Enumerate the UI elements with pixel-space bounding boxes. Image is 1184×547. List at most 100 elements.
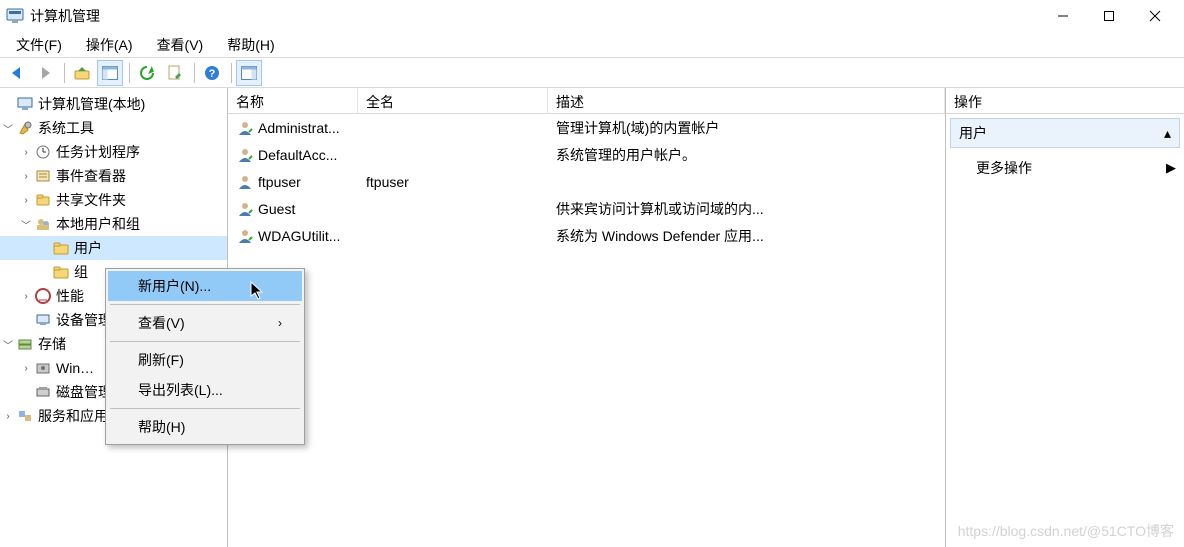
actions-pane: 操作 用户 ▴ 更多操作 ▶ [946, 88, 1184, 547]
expand-toggle-icon[interactable]: › [18, 168, 34, 184]
tree-label: 本地用户和组 [56, 214, 223, 234]
action-more[interactable]: 更多操作 ▶ [946, 152, 1184, 184]
list-cell-name: DefaultAcc... [258, 147, 337, 163]
collapse-icon: ▴ [1164, 125, 1171, 142]
ctx-help[interactable]: 帮助(H) [108, 412, 302, 442]
tree-task-scheduler[interactable]: › 任务计划程序 [0, 140, 227, 164]
tree-label: 共享文件夹 [56, 190, 223, 210]
expand-toggle-icon[interactable]: › [0, 408, 16, 424]
menu-file[interactable]: 文件(F) [4, 33, 74, 57]
app-icon [6, 7, 24, 25]
menu-view[interactable]: 查看(V) [145, 33, 216, 57]
user-icon [236, 119, 254, 137]
local-users-groups-icon [34, 215, 52, 233]
toolbar-separator [194, 63, 195, 83]
ctx-view[interactable]: 查看(V) › [108, 308, 302, 338]
task-scheduler-icon [34, 143, 52, 161]
toolbar-separator [231, 63, 232, 83]
refresh-button[interactable] [134, 60, 160, 86]
context-menu: 新用户(N)... 查看(V) › 刷新(F) 导出列表(L)... 帮助(H) [105, 268, 305, 445]
list-cell-name: ftpuser [258, 174, 301, 190]
tree-local-users-groups[interactable]: ﹀ 本地用户和组 [0, 212, 227, 236]
expand-toggle-icon[interactable]: › [18, 192, 34, 208]
list-body: Administrat... 管理计算机(域)的内置帐户 DefaultAcc.… [228, 114, 945, 249]
tree-event-viewer[interactable]: › 事件查看器 [0, 164, 227, 188]
toolbar-separator [129, 63, 130, 83]
toolbar-separator [64, 63, 65, 83]
backup-icon [34, 359, 52, 377]
show-hide-console-tree-button[interactable] [97, 60, 123, 86]
column-header-name[interactable]: 名称 [228, 88, 358, 113]
window-controls [1040, 0, 1178, 32]
toolbar: ? [0, 58, 1184, 88]
menu-action[interactable]: 操作(A) [74, 33, 145, 57]
show-hide-action-pane-button[interactable] [236, 60, 262, 86]
tree-users[interactable]: 用户 [0, 236, 227, 260]
list-row[interactable]: WDAGUtilit... 系统为 Windows Defender 应用... [228, 222, 945, 249]
tree-root-computer-management[interactable]: 计算机管理(本地) [0, 92, 227, 116]
tree-shared-folders[interactable]: › 共享文件夹 [0, 188, 227, 212]
column-header-desc[interactable]: 描述 [548, 88, 945, 113]
export-list-button[interactable] [162, 60, 188, 86]
menu-bar: 文件(F) 操作(A) 查看(V) 帮助(H) [0, 32, 1184, 58]
column-header-full[interactable]: 全名 [358, 88, 548, 113]
list-pane: 名称 全名 描述 Administrat... 管理计算机(域)的内置帐户 [228, 88, 946, 547]
help-button[interactable]: ? [199, 60, 225, 86]
list-cell-desc: 系统管理的用户帐户。 [548, 145, 945, 165]
expand-toggle-icon[interactable]: › [18, 360, 34, 376]
disk-management-icon [34, 383, 52, 401]
back-button[interactable] [4, 60, 30, 86]
event-viewer-icon [34, 167, 52, 185]
storage-icon [16, 335, 34, 353]
user-icon [236, 173, 254, 191]
list-row[interactable]: Administrat... 管理计算机(域)的内置帐户 [228, 114, 945, 141]
list-row[interactable]: Guest 供来宾访问计算机或访问域的内... [228, 195, 945, 222]
menu-help[interactable]: 帮助(H) [215, 33, 286, 57]
ctx-separator [110, 304, 300, 305]
list-cell-name: Guest [258, 201, 295, 217]
expand-toggle-icon[interactable]: ﹀ [0, 336, 16, 352]
list-cell-full: ftpuser [358, 174, 548, 190]
folder-icon [52, 239, 70, 257]
list-cell-name: WDAGUtilit... [258, 228, 340, 244]
ctx-refresh[interactable]: 刷新(F) [108, 345, 302, 375]
device-manager-icon [34, 311, 52, 329]
ctx-export-list[interactable]: 导出列表(L)... [108, 375, 302, 405]
action-item-label: 更多操作 [976, 158, 1032, 178]
up-button[interactable] [69, 60, 95, 86]
ctx-item-label: 帮助(H) [138, 417, 185, 437]
forward-button[interactable] [32, 60, 58, 86]
chevron-right-icon: ▶ [1166, 160, 1176, 176]
minimize-button[interactable] [1040, 0, 1086, 32]
list-cell-desc: 供来宾访问计算机或访问域的内... [548, 199, 945, 219]
tree-system-tools[interactable]: ﹀ 系统工具 [0, 116, 227, 140]
system-tools-icon [16, 119, 34, 137]
ctx-separator [110, 341, 300, 342]
maximize-button[interactable] [1086, 0, 1132, 32]
user-icon [236, 146, 254, 164]
list-header: 名称 全名 描述 [228, 88, 945, 114]
tree-label: 任务计划程序 [56, 142, 223, 162]
expand-toggle-icon[interactable]: ﹀ [0, 120, 16, 136]
action-section-users[interactable]: 用户 ▴ [950, 118, 1180, 148]
list-cell-desc: 管理计算机(域)的内置帐户 [548, 118, 945, 138]
svg-text:?: ? [209, 68, 216, 80]
list-row[interactable]: ftpuser ftpuser [228, 168, 945, 195]
list-row[interactable]: DefaultAcc... 系统管理的用户帐户。 [228, 141, 945, 168]
ctx-item-label: 导出列表(L)... [138, 380, 223, 400]
expand-toggle-icon[interactable]: ﹀ [18, 216, 34, 232]
action-section-label: 用户 [959, 123, 987, 143]
expand-toggle-icon[interactable]: › [18, 144, 34, 160]
window-title: 计算机管理 [30, 6, 100, 26]
services-apps-icon [16, 407, 34, 425]
user-icon [236, 200, 254, 218]
list-cell-name: Administrat... [258, 120, 340, 136]
tree-label: 计算机管理(本地) [38, 94, 223, 114]
expand-toggle-icon[interactable]: › [18, 288, 34, 304]
user-icon [236, 227, 254, 245]
shared-folders-icon [34, 191, 52, 209]
ctx-new-user[interactable]: 新用户(N)... [108, 271, 302, 301]
list-cell-desc: 系统为 Windows Defender 应用... [548, 226, 945, 246]
close-button[interactable] [1132, 0, 1178, 32]
tree-label: 用户 [74, 238, 223, 258]
